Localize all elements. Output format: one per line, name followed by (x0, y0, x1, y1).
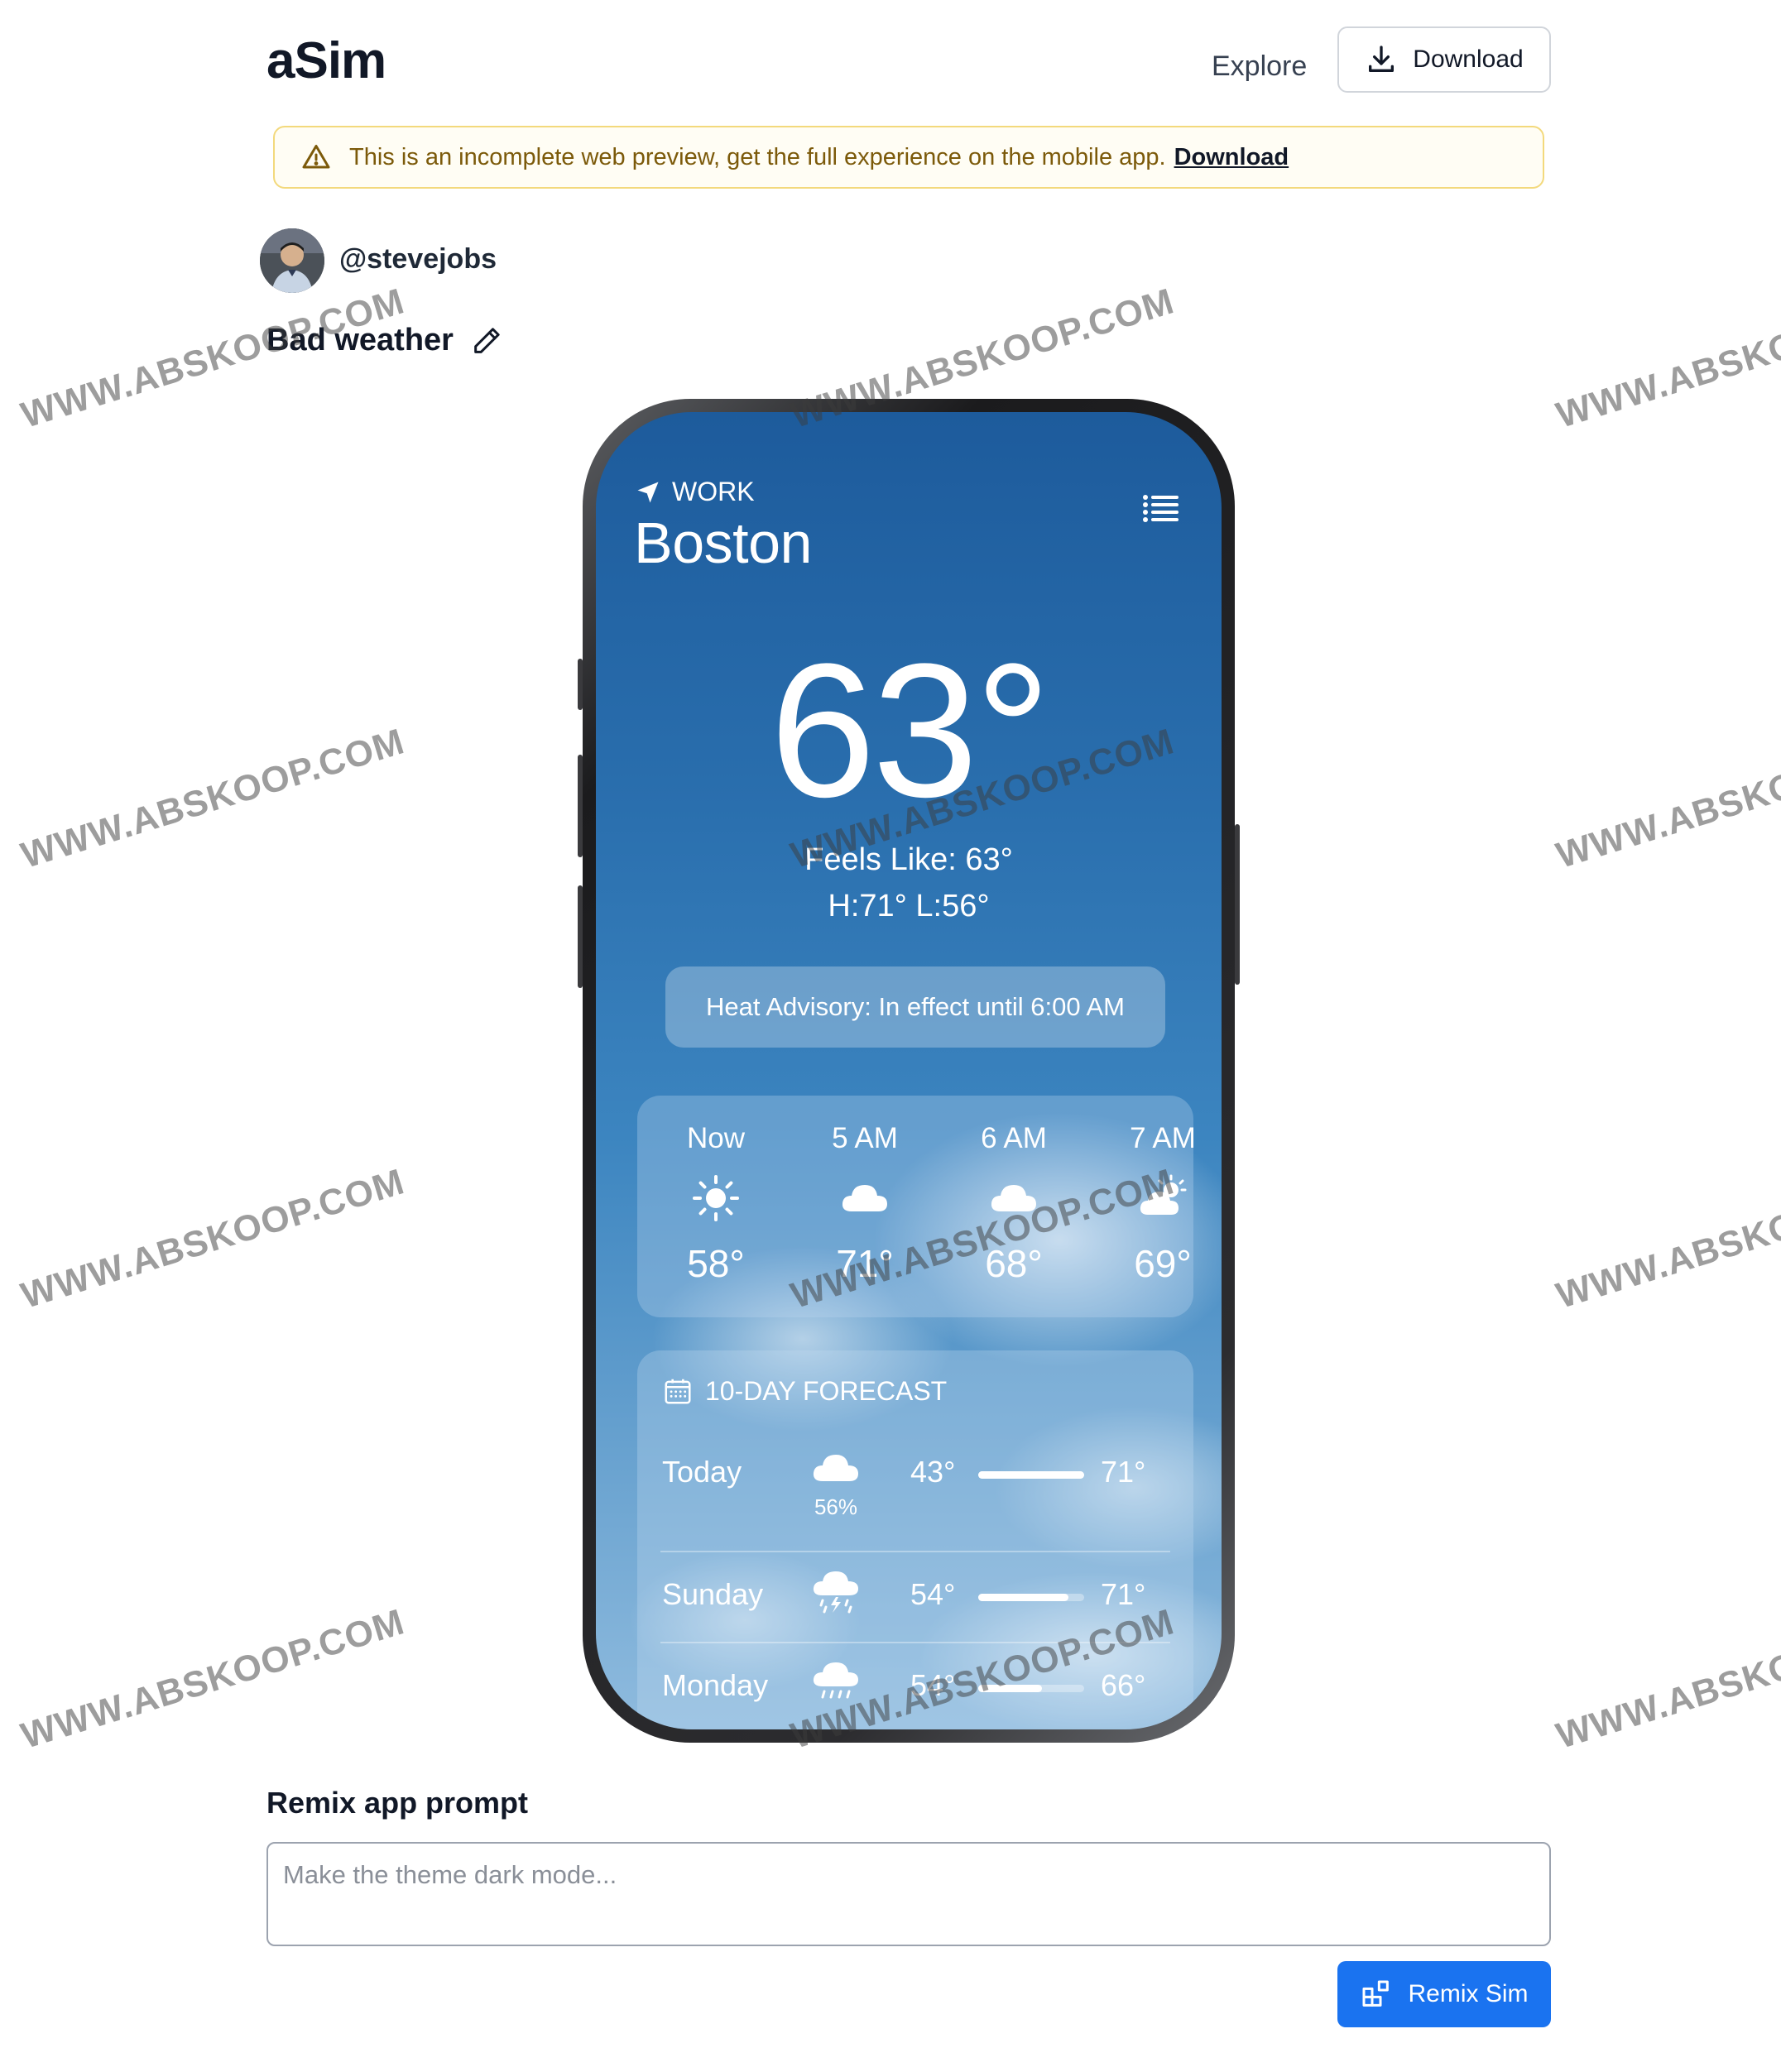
watermark-text: WWW.ABSKOOP.COM (17, 1161, 410, 1317)
banner-download-link[interactable]: Download (1174, 144, 1289, 171)
forecast-high: 71° (1101, 1455, 1146, 1489)
watermark-text: WWW.ABSKOOP.COM (17, 281, 410, 436)
forecast-header: 10-DAY FORECAST (662, 1375, 947, 1407)
forecast-low: 54° (910, 1668, 956, 1702)
cloud-icon (991, 1185, 1036, 1211)
preview-banner: This is an incomplete web preview, get t… (273, 126, 1544, 189)
forecast-row[interactable]: Today 56% 43° 71° (637, 1430, 1193, 1521)
download-icon (1369, 46, 1395, 73)
remix-icon (1362, 1980, 1390, 2007)
temp-range-fill (978, 1594, 1068, 1601)
warning-icon (302, 145, 330, 169)
rain-icon (813, 1662, 858, 1699)
forecast-high: 66° (1101, 1668, 1146, 1702)
hour-temp: 69° (1134, 1242, 1192, 1285)
current-temperature: 63° (770, 624, 1051, 837)
forecast-high: 71° (1101, 1577, 1146, 1611)
calendar-icon (665, 1379, 691, 1404)
watermark-text: WWW.ABSKOOP.COM (1552, 721, 1781, 876)
remix-prompt-label: Remix app prompt (266, 1786, 529, 1820)
forecast-day: Sunday (662, 1577, 764, 1611)
hour-label: 5 AM (832, 1122, 898, 1154)
cloud-icon (842, 1185, 887, 1211)
forecast-row[interactable]: Monday 54° 66° (637, 1643, 1193, 1729)
location-arrow-icon (637, 482, 659, 502)
precip-chance: 56% (814, 1494, 858, 1519)
feels-like: Feels Like: 63° (804, 842, 1013, 877)
temp-range-bar (978, 1594, 1084, 1601)
heat-advisory-pill[interactable]: Heat Advisory: In effect until 6:00 AM (665, 966, 1165, 1048)
list-menu-icon[interactable] (1142, 493, 1179, 523)
hour-temp: 68° (985, 1242, 1043, 1285)
explore-link[interactable]: Explore (1192, 40, 1327, 93)
remix-prompt-input[interactable] (266, 1842, 1551, 1946)
hour-label: 7 AM (1130, 1122, 1193, 1154)
watermark-text: WWW.ABSKOOP.COM (1552, 281, 1781, 436)
hour-temp: 71° (836, 1242, 894, 1285)
avatar-image (260, 228, 324, 293)
temp-range-fill (978, 1685, 1042, 1692)
watermark-text: WWW.ABSKOOP.COM (1552, 1161, 1781, 1317)
ten-day-forecast-card: 10-DAY FORECAST Today 56% 43° 71° Sunday (637, 1350, 1193, 1729)
download-button[interactable]: Download (1337, 26, 1551, 93)
sun-icon (693, 1175, 739, 1221)
phone-power-button (1235, 824, 1240, 985)
forecast-row[interactable]: Sunday 54° 71° (637, 1552, 1193, 1643)
hourly-forecast-card: Now 58° 5 AM 71° 6 AM 68° 7 AM 69° (637, 1096, 1193, 1317)
hour-label: 6 AM (981, 1122, 1047, 1154)
hour-label: Now (686, 1122, 746, 1154)
forecast-day: Today (662, 1455, 742, 1489)
forecast-title: 10-DAY FORECAST (705, 1375, 948, 1406)
download-button-label: Download (1413, 46, 1524, 73)
watermark-text: WWW.ABSKOOP.COM (17, 1601, 410, 1757)
user-handle[interactable]: @stevejobs (339, 243, 497, 276)
thunderstorm-icon (813, 1571, 858, 1614)
cloud-icon (813, 1455, 858, 1481)
location-row: WORK (636, 477, 755, 507)
brand-logo[interactable]: aSim (266, 31, 386, 90)
partly-sunny-icon (1140, 1174, 1187, 1215)
phone-frame: WORK Boston 63° Feels Like: 63° H:71° L:… (583, 399, 1235, 1743)
phone-screen: WORK Boston 63° Feels Like: 63° H:71° L:… (596, 412, 1222, 1729)
sim-title-row: Bad weather (266, 323, 503, 358)
temp-range-bar (978, 1471, 1084, 1479)
forecast-day: Monday (662, 1668, 769, 1702)
temp-range-bar (978, 1685, 1084, 1692)
hour-temp: 58° (687, 1242, 745, 1285)
watermark-text: WWW.ABSKOOP.COM (1552, 1601, 1781, 1757)
remix-sim-label: Remix Sim (1408, 1980, 1529, 2007)
sim-title: Bad weather (266, 323, 454, 357)
forecast-low: 43° (910, 1455, 956, 1489)
page: aSim Explore Download This is an incompl… (0, 0, 1781, 2072)
city-name: Boston (634, 511, 812, 575)
high-low: H:71° L:56° (828, 889, 990, 923)
remix-sim-button[interactable]: Remix Sim (1337, 1961, 1551, 2027)
watermark-text: WWW.ABSKOOP.COM (17, 721, 410, 876)
banner-message: This is an incomplete web preview, get t… (349, 143, 1166, 170)
pencil-icon[interactable] (470, 324, 503, 357)
forecast-low: 54° (910, 1577, 956, 1611)
location-tag: WORK (672, 477, 755, 506)
avatar[interactable] (260, 228, 324, 293)
temp-range-fill (978, 1471, 1084, 1479)
